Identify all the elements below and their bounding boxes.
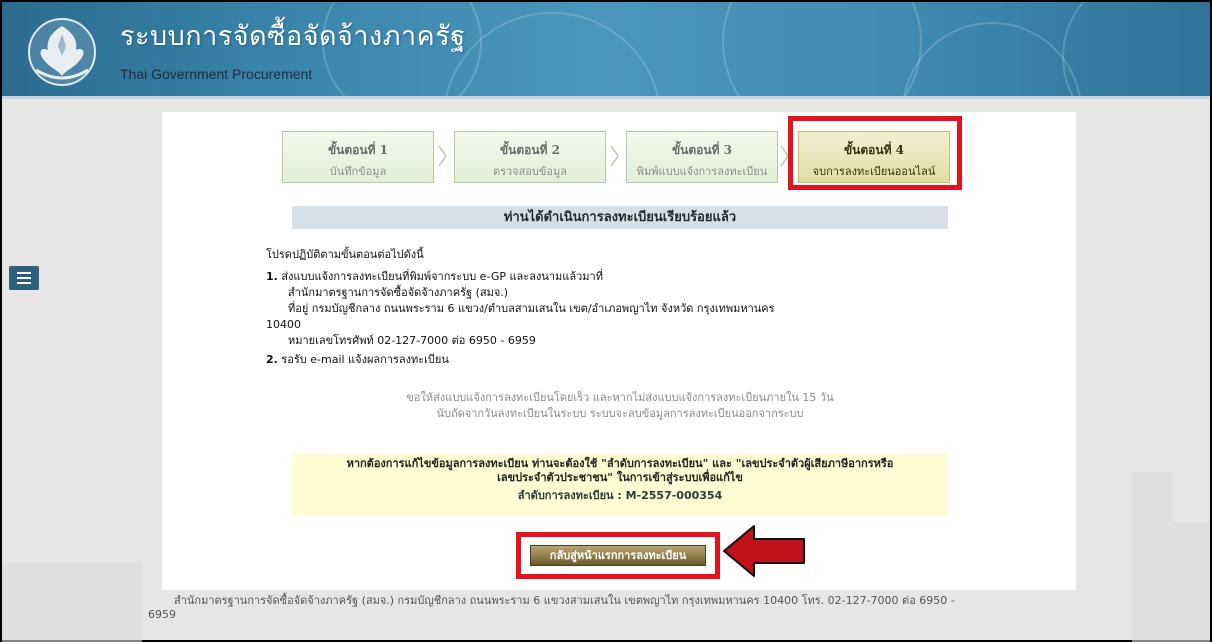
submission-deadline-note: ขอให้ส่งแบบแจ้งการลงทะเบียนโดยเร็ว และหา…: [292, 390, 948, 422]
chevron-right-icon: [610, 145, 619, 167]
button-highlight-box: [516, 532, 720, 579]
chevron-right-icon: [438, 145, 447, 167]
site-footer: สำนักมาตรฐานการจัดซื้อจัดจ้างภาครัฐ (สมจ…: [148, 594, 955, 621]
item-text: ส่งแบบแจ้งการลงทะเบียนที่พิมพ์จากระบบ e-…: [281, 270, 603, 283]
step-number: ขั้นตอนที่ 2: [499, 143, 561, 157]
office-phone: หมายเลขโทรศัพท์ 02-127-7000 ต่อ 6950 - 6…: [288, 334, 536, 347]
office-address: ที่อยู่ กรมบัญชีกลาง ถนนพระราม 6 แขวง/ตำ…: [288, 302, 775, 315]
office-zipcode: 10400: [266, 318, 301, 331]
notice-line-1: หากต้องการแก้ไขข้อมูลการลงทะเบียน ท่านจะ…: [346, 457, 894, 470]
site-header: ระบบการจัดซื้อจัดจ้างภาครัฐ Thai Governm…: [2, 2, 1210, 99]
site-title-english: Thai Government Procurement: [120, 66, 313, 82]
edit-info-notice: หากต้องการแก้ไขข้อมูลการลงทะเบียน ท่านจะ…: [292, 454, 948, 516]
notice-line-2: เลขประจำตัวประชาชน" ในการเข้าสู่ระบบเพื่…: [497, 471, 743, 484]
success-banner: ท่านได้ดำเนินการลงทะเบียนเรียบร้อยแล้ว: [292, 206, 948, 229]
department-emblem-icon: [28, 18, 96, 86]
next-steps-instructions: โปรดปฏิบัติตามขั้นตอนต่อไปดังนี้ 1. ส่งแ…: [266, 247, 966, 368]
step-label: บันทึกข้อมูล: [329, 165, 387, 178]
item-text: รอรับ e-mail แจ้งผลการลงทะเบียน: [281, 353, 449, 366]
step-number: ขั้นตอนที่ 3: [671, 143, 733, 157]
pointer-arrow-icon: [723, 525, 805, 577]
instructions-intro: โปรดปฏิบัติตามขั้นตอนต่อไปดังนี้: [266, 248, 424, 261]
registration-number: ลำดับการลงทะเบียน : M-2557-000354: [292, 489, 948, 503]
registration-complete-card: ขั้นตอนที่ 1 บันทึกข้อมูล ขั้นตอนที่ 2 ต…: [162, 112, 1076, 590]
step-3: ขั้นตอนที่ 3 พิมพ์แบบแจ้งการลงทะเบียน: [626, 131, 778, 183]
instruction-item-1: 1. ส่งแบบแจ้งการลงทะเบียนที่พิมพ์จากระบบ…: [266, 269, 966, 285]
hamburger-menu-icon[interactable]: [9, 266, 39, 290]
note-line-2: นับถัดจากวันลงทะเบียนในระบบ ระบบจะลบข้อม…: [436, 407, 804, 420]
note-line-1: ขอให้ส่งแบบแจ้งการลงทะเบียนโดยเร็ว และหา…: [406, 391, 834, 404]
item-number: 2.: [266, 353, 278, 366]
registration-number-value: M-2557-000354: [625, 489, 723, 502]
registration-number-label: ลำดับการลงทะเบียน :: [517, 489, 622, 502]
background-decoration: [1172, 522, 1210, 642]
item-number: 1.: [266, 270, 278, 283]
background-decoration: [1132, 472, 1172, 642]
step-label: พิมพ์แบบแจ้งการลงทะเบียน: [636, 165, 768, 178]
step-number: ขั้นตอนที่ 1: [327, 143, 389, 157]
site-title-thai: ระบบการจัดซื้อจัดจ้างภาครัฐ: [120, 21, 466, 52]
step-label: ตรวจสอบข้อมูล: [492, 165, 568, 178]
step-4-highlight-box: [788, 116, 962, 190]
office-name: สำนักมาตรฐานการจัดซื้อจัดจ้างภาครัฐ (สมจ…: [288, 286, 509, 299]
step-1: ขั้นตอนที่ 1 บันทึกข้อมูล: [282, 131, 434, 183]
background-decoration: [2, 562, 142, 642]
step-2: ขั้นตอนที่ 2 ตรวจสอบข้อมูล: [454, 131, 606, 183]
instruction-item-2: 2. รอรับ e-mail แจ้งผลการลงทะเบียน: [266, 352, 966, 368]
